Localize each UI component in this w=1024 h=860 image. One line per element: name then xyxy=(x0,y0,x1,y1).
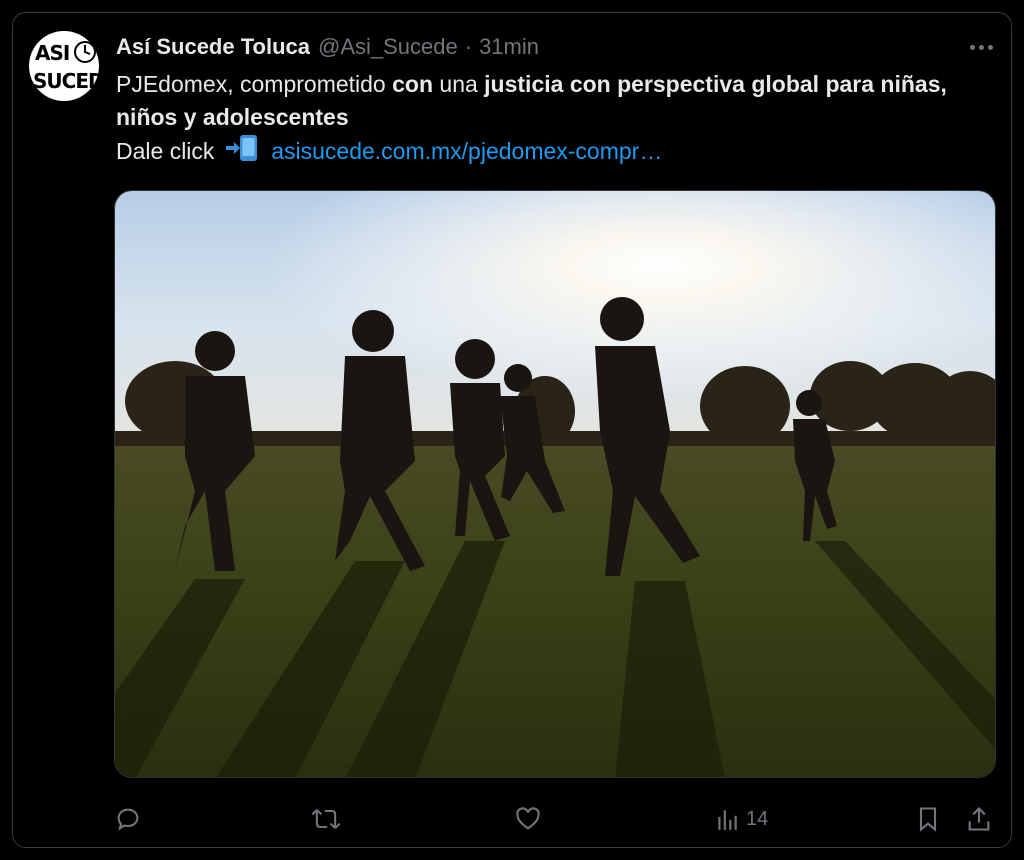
article-link[interactable]: asisucede.com.mx/pjedomex-compr… xyxy=(271,138,662,164)
avatar-logo-text-2: SUCEDE xyxy=(33,69,99,93)
click-prompt: Dale click xyxy=(116,138,215,164)
reply-icon[interactable] xyxy=(114,805,142,833)
mobile-arrow-emoji-icon xyxy=(225,135,257,161)
reply-button[interactable] xyxy=(114,804,142,834)
tweet-text-part: PJEdomex, comprometido xyxy=(116,71,393,97)
bookmark-button[interactable] xyxy=(915,804,941,834)
separator-dot: · xyxy=(464,34,473,59)
tweet-media-photo[interactable] xyxy=(114,190,996,778)
tweet-timestamp[interactable]: 31min xyxy=(479,34,539,60)
share-icon[interactable] xyxy=(966,805,992,833)
views-count: 14 xyxy=(746,807,769,830)
retweet-button[interactable] xyxy=(310,804,342,834)
children-sunset-photo xyxy=(115,191,995,777)
avatar[interactable]: ASI SUCEDE xyxy=(29,31,99,101)
views-button[interactable]: 14 xyxy=(716,804,768,834)
more-options-icon[interactable] xyxy=(964,34,998,60)
author-handle[interactable]: @Asi_Sucede xyxy=(318,34,458,60)
clock-icon xyxy=(74,41,96,63)
retweet-icon[interactable] xyxy=(310,805,342,833)
like-icon[interactable] xyxy=(514,805,542,833)
author-name[interactable]: Así Sucede Toluca xyxy=(116,34,310,60)
tweet-header: Así Sucede Toluca @Asi_Sucede · 31min xyxy=(116,32,539,62)
like-button[interactable] xyxy=(514,804,542,834)
avatar-logo-text: ASI xyxy=(35,41,70,65)
share-button[interactable] xyxy=(966,804,992,834)
tweet-text: PJEdomex, comprometido con una justicia … xyxy=(116,68,996,168)
bookmark-icon[interactable] xyxy=(915,805,941,833)
tweet-text-part: una xyxy=(433,71,485,97)
views-icon xyxy=(718,810,737,830)
tweet-text-bold: con xyxy=(392,71,434,97)
